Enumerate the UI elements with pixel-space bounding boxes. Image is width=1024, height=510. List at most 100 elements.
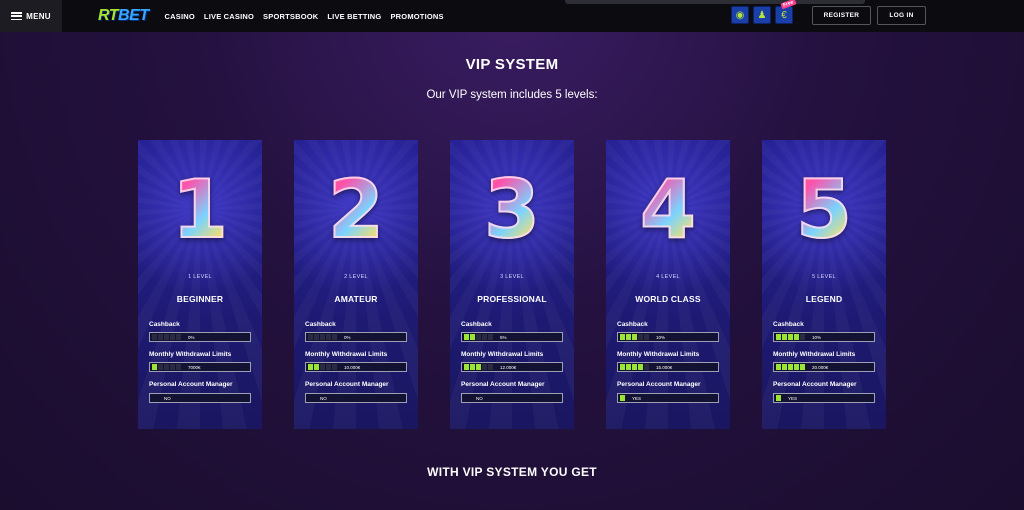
bar-segment xyxy=(620,334,625,340)
bar-segment xyxy=(776,395,781,401)
vip-level-card: 1 1 LEVEL BEGINNER Cashback 0% Monthly Withdr… xyxy=(138,140,262,429)
account-manager-label: Personal Account Manager xyxy=(305,381,389,388)
bar-segment xyxy=(644,364,649,370)
bar-segment xyxy=(488,364,493,370)
bar-segment xyxy=(782,334,787,340)
login-button[interactable]: LOG IN xyxy=(877,6,926,25)
coin-icon[interactable]: € Free xyxy=(775,0,797,24)
bar-segment xyxy=(632,364,637,370)
bar-segment xyxy=(776,334,781,340)
nav-live-casino[interactable]: LIVE CASINO xyxy=(204,12,254,21)
withdrawal-limit-value: 20.000€ xyxy=(812,364,829,370)
account-manager-value: YES xyxy=(788,395,798,401)
account-manager-bar: YES xyxy=(617,393,719,403)
bar-segment xyxy=(326,334,331,340)
account-manager-value: NO xyxy=(476,395,483,401)
map-pin-icon[interactable]: ◉ xyxy=(731,6,749,24)
menu-button[interactable]: MENU xyxy=(0,0,62,32)
bar-segment xyxy=(464,364,469,370)
account-manager-value: NO xyxy=(320,395,327,401)
bar-segment xyxy=(326,364,331,370)
bar-segment xyxy=(164,364,169,370)
level-label: 2 LEVEL xyxy=(344,274,368,280)
bar-segment xyxy=(482,364,487,370)
bar-segment xyxy=(332,364,337,370)
nav-casino[interactable]: CASINO xyxy=(165,12,195,21)
bar-segment xyxy=(152,395,157,401)
logo-rt-text: RT xyxy=(98,7,119,24)
cashback-value: 0% xyxy=(188,334,195,340)
bar-segment xyxy=(176,364,181,370)
account-manager-bar: NO xyxy=(305,393,407,403)
bar-segment xyxy=(626,364,631,370)
bar-segment xyxy=(308,334,313,340)
bar-segment xyxy=(308,395,313,401)
bar-segment xyxy=(152,364,157,370)
level-label: 5 LEVEL xyxy=(812,274,836,280)
bar-segment xyxy=(176,334,181,340)
bar-segment xyxy=(800,364,805,370)
withdrawal-limit-value: 12.000€ xyxy=(500,364,517,370)
account-manager-value: NO xyxy=(164,395,171,401)
level-number-graphic: 1 xyxy=(138,169,262,251)
account-manager-label: Personal Account Manager xyxy=(149,381,233,388)
cashback-label: Cashback xyxy=(773,321,804,328)
withdrawal-limit-value: 10.000€ xyxy=(344,364,361,370)
withdrawal-limit-bar: 7000€ xyxy=(149,362,251,372)
bar-segment xyxy=(482,334,487,340)
level-label: 4 LEVEL xyxy=(656,274,680,280)
level-number-graphic: 3 xyxy=(450,169,574,251)
vip-level-card: 5 5 LEVEL LEGEND Cashback 10% Monthly Withdra… xyxy=(762,140,886,429)
bar-segment xyxy=(776,364,781,370)
withdrawal-limit-bar: 10.000€ xyxy=(305,362,407,372)
bar-segment xyxy=(788,334,793,340)
nav-live-betting[interactable]: LIVE BETTING xyxy=(327,12,381,21)
rtbet-logo[interactable]: RTBET xyxy=(98,7,149,25)
bar-segment xyxy=(470,334,475,340)
account-manager-bar: NO xyxy=(149,393,251,403)
nav-sportsbook[interactable]: SPORTSBOOK xyxy=(263,12,318,21)
cashback-value: 0% xyxy=(344,334,351,340)
withdrawal-limit-value: 15.000€ xyxy=(656,364,673,370)
bar-segment xyxy=(632,334,637,340)
account-manager-label: Personal Account Manager xyxy=(461,381,545,388)
bar-segment xyxy=(638,364,643,370)
vip-level-card: 2 2 LEVEL AMATEUR Cashback 0% Monthly Withdra… xyxy=(294,140,418,429)
bar-segment xyxy=(800,334,805,340)
bar-segment xyxy=(620,395,625,401)
level-label: 1 LEVEL xyxy=(188,274,212,280)
page-title: VIP SYSTEM xyxy=(465,56,559,73)
bar-segment xyxy=(794,334,799,340)
cashback-bar: 10% xyxy=(773,332,875,342)
level-number-graphic: 4 xyxy=(606,169,730,251)
free-badge: Free xyxy=(780,0,797,10)
vip-level-card: 4 4 LEVEL WORLD CLASS Cashback 10% Monthly Wi… xyxy=(606,140,730,429)
logo-bet-text: BET xyxy=(118,7,149,24)
level-name: LEGEND xyxy=(805,294,843,304)
nav-promotions[interactable]: PROMOTIONS xyxy=(390,12,443,21)
cashback-bar: 0% xyxy=(149,332,251,342)
level-number-graphic: 2 xyxy=(294,169,418,251)
register-button[interactable]: REGISTER xyxy=(812,6,871,25)
bar-segment xyxy=(626,334,631,340)
level-label: 3 LEVEL xyxy=(500,274,524,280)
bar-segment xyxy=(476,364,481,370)
cashback-value: 5% xyxy=(500,334,507,340)
quick-icons: ◉ ♟ € Free xyxy=(731,0,797,24)
bar-segment xyxy=(170,334,175,340)
account-manager-bar: NO xyxy=(461,393,563,403)
level-name: BEGINNER xyxy=(176,294,224,304)
account-manager-bar: YES xyxy=(773,393,875,403)
level-name: WORLD CLASS xyxy=(635,294,701,304)
account-manager-label: Personal Account Manager xyxy=(773,381,857,388)
bar-segment xyxy=(488,334,493,340)
withdrawal-limit-bar: 20.000€ xyxy=(773,362,875,372)
level-name: PROFESSIONAL xyxy=(477,294,547,304)
bar-segment xyxy=(794,364,799,370)
cashback-label: Cashback xyxy=(461,321,492,328)
bar-segment xyxy=(620,364,625,370)
chess-icon[interactable]: ♟ xyxy=(753,6,771,24)
benefits-heading: WITH VIP SYSTEM YOU GET xyxy=(427,465,597,479)
withdrawal-limit-bar: 15.000€ xyxy=(617,362,719,372)
bar-segment xyxy=(158,334,163,340)
